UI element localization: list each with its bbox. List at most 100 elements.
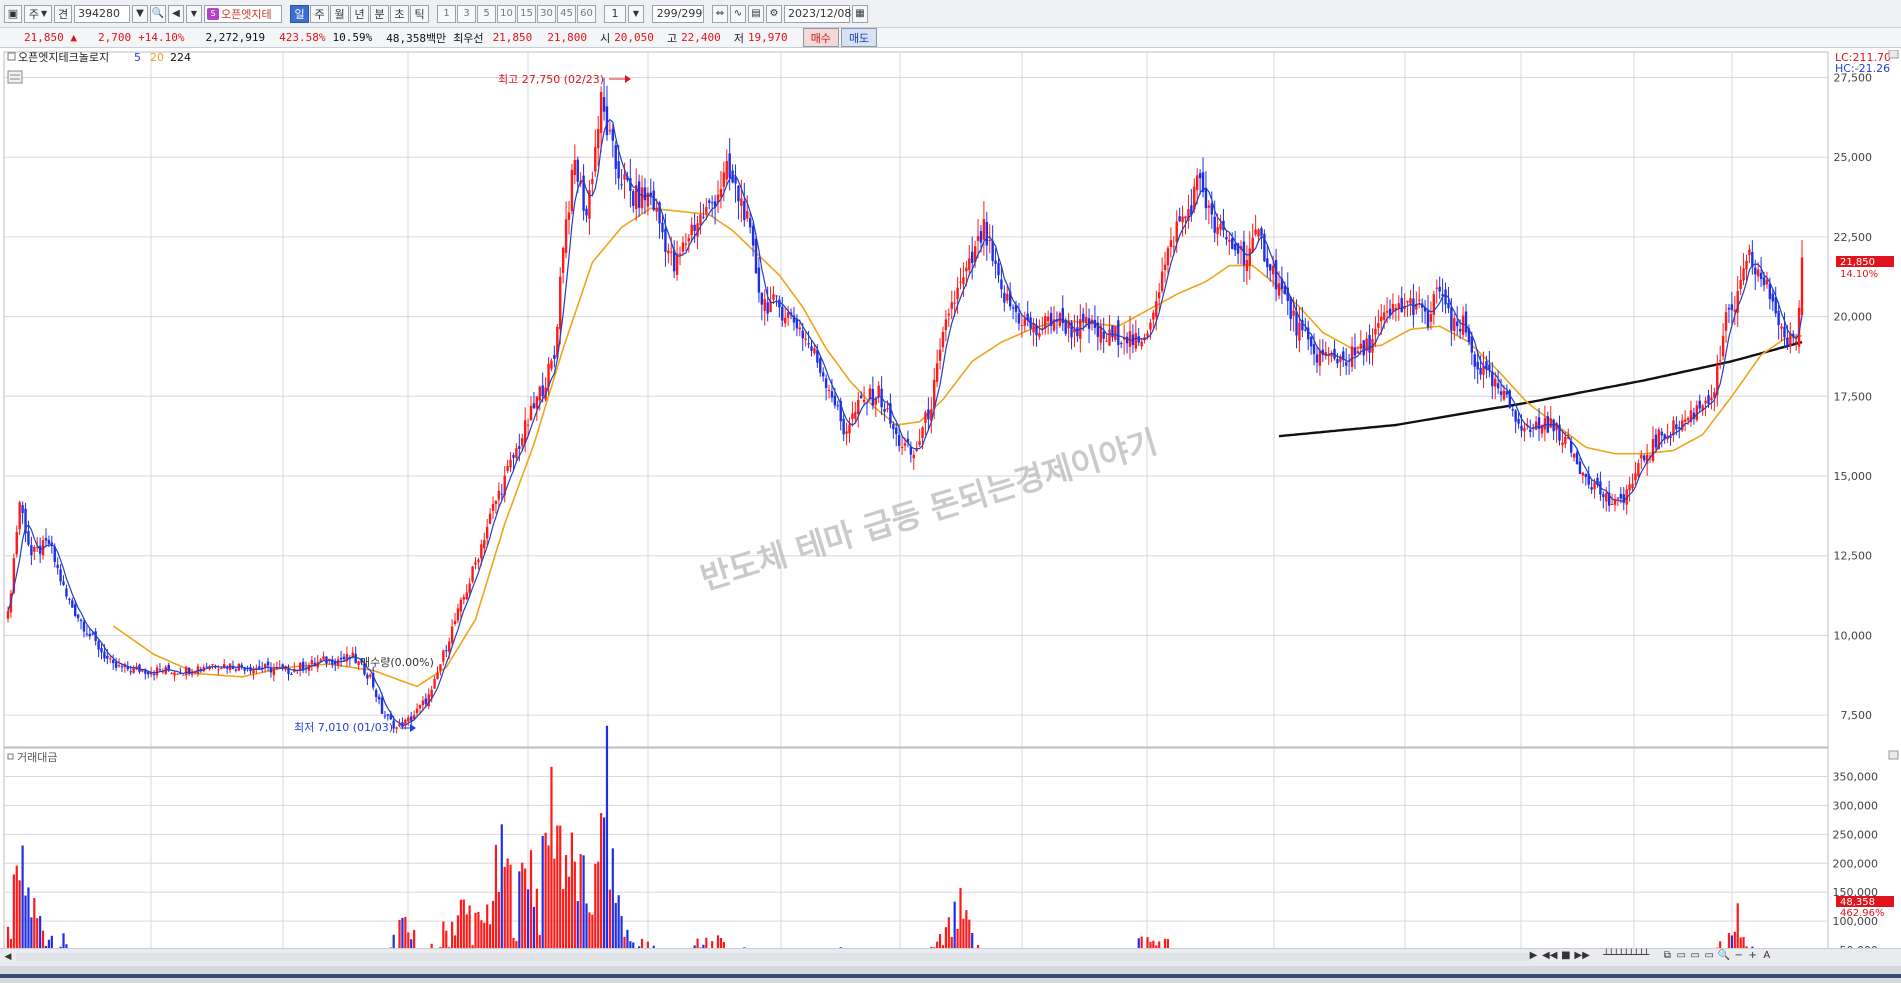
volume-bar <box>547 845 550 964</box>
low-label: 저 <box>733 31 744 45</box>
volume-bar <box>529 850 533 964</box>
minute-option-4[interactable]: 15 <box>517 4 536 23</box>
candle <box>1263 229 1266 262</box>
best-bid: 21,800 <box>547 31 588 44</box>
window-icon[interactable]: ▭ <box>1704 950 1715 961</box>
volume-bar <box>556 825 559 964</box>
period-tab-4[interactable]: 분 <box>370 4 389 23</box>
rewind-icon[interactable]: ◀◀ <box>1542 950 1557 961</box>
play-icon[interactable]: ▶ <box>1528 950 1539 961</box>
minus-icon[interactable]: − <box>1733 950 1744 961</box>
stock-chart[interactable]: 반도체 테마 급등 돈되는경제이야기 27,50025,00022,50020,… <box>0 50 1901 964</box>
period-tab-2[interactable]: 월 <box>330 4 349 23</box>
open-price: 20,050 <box>614 31 654 44</box>
best-bid-label: 최우선 <box>453 31 484 45</box>
chart-scrollbar[interactable]: ◀ ▶ ◀◀ ■ ▶▶ ┴┴┴┴┴┴┴┴┴ ⧉ ▭ ▭ ▭ 🔍 − + A <box>0 948 1901 966</box>
stock-code-input[interactable]: 394280 <box>74 4 130 23</box>
copy-icon[interactable]: ⧉ <box>1662 950 1673 961</box>
best-ask: 21,850 <box>492 31 533 44</box>
legend-stock-name: 오픈엣지테크놀로지 <box>18 51 109 64</box>
price-tick-label: 12,500 <box>1834 550 1873 563</box>
volume-panel <box>3 747 1829 964</box>
current-price: 21,850 ▲ <box>6 31 84 44</box>
volume-bar <box>605 725 609 964</box>
market-prefix: 주 <box>28 7 39 21</box>
volume-ratio: 423.58% <box>279 31 326 44</box>
price-change: 2,700 <box>98 31 132 44</box>
candle <box>471 565 474 584</box>
window-icon[interactable]: ▭ <box>1690 950 1701 961</box>
minute-option-0[interactable]: 1 <box>437 4 456 23</box>
low-note: 최저 7,010 (01/03) <box>294 721 393 734</box>
low-price: 19,970 <box>747 31 788 44</box>
up-arrow-icon: ▲ <box>70 31 77 44</box>
volume-last-value: 48,358 <box>1840 897 1875 908</box>
panel-collapse-icon[interactable] <box>1888 750 1899 760</box>
save-icon[interactable]: ▤ <box>748 4 764 23</box>
volume-bar <box>494 844 498 964</box>
minute-option-3[interactable]: 10 <box>497 4 516 23</box>
minute-option-2[interactable]: 5 <box>477 4 496 23</box>
volume-tick-label: 350,000 <box>1833 770 1879 783</box>
quote-bar: 21,850 ▲ 2,700 +14.10% 2,272,919 423.58%… <box>0 28 1901 48</box>
hc-label: HC:-21.26 <box>1835 62 1890 75</box>
price-tick-label: 20,000 <box>1834 311 1873 324</box>
price-value: 21,850 <box>24 31 64 44</box>
calendar-icon[interactable]: ▦ <box>852 4 868 23</box>
candle <box>1064 317 1067 336</box>
scroll-track[interactable] <box>16 953 1530 961</box>
period-tabs: 일주월년분초틱 <box>290 4 429 23</box>
search-icon[interactable]: 🔍 <box>150 4 166 23</box>
plus-icon[interactable]: + <box>1747 950 1758 961</box>
minute-option-6[interactable]: 45 <box>557 4 576 23</box>
market-suffix[interactable]: 견 <box>54 4 72 23</box>
period-tab-3[interactable]: 년 <box>350 4 369 23</box>
table-toggle-icon[interactable] <box>7 70 23 84</box>
period-tab-6[interactable]: 틱 <box>410 4 429 23</box>
window-icon[interactable]: ▭ <box>1676 950 1687 961</box>
volume-bar <box>611 848 614 964</box>
stock-name-field[interactable]: S 오픈엣지테 <box>204 4 282 23</box>
turnover-rate: 10.59% <box>332 31 373 44</box>
chevron-down-icon[interactable]: ▼ <box>628 4 644 23</box>
speaker-icon[interactable]: ◀ <box>168 4 184 23</box>
playback-controls: ▶ ◀◀ ■ ▶▶ ┴┴┴┴┴┴┴┴┴ ⧉ ▭ ▭ ▭ 🔍 − + A <box>1528 950 1772 961</box>
panel-expand-icon[interactable] <box>1888 50 1899 59</box>
interval-input[interactable]: 1 <box>604 4 626 23</box>
link-icon[interactable]: ⇔ <box>712 4 728 23</box>
volume-tick-label: 300,000 <box>1833 799 1879 812</box>
window-menu-icon[interactable]: ▣ <box>4 4 22 23</box>
chevron-down-icon[interactable]: ▼ <box>186 4 202 23</box>
volume-bar <box>550 766 553 964</box>
price-tick-label: 17,500 <box>1834 390 1873 403</box>
chart-tool-icon[interactable]: ∿ <box>730 4 746 23</box>
count-display[interactable]: 299/299 <box>652 4 704 23</box>
buy-button[interactable]: 매수 <box>802 28 839 47</box>
date-input[interactable]: 2023/12/08 <box>784 4 851 23</box>
minute-option-7[interactable]: 60 <box>577 4 596 23</box>
period-tab-5[interactable]: 초 <box>390 4 409 23</box>
volume-bar <box>600 813 603 964</box>
minute-option-1[interactable]: 3 <box>457 4 476 23</box>
fast-forward-icon[interactable]: ▶▶ <box>1574 950 1589 961</box>
footer-band <box>0 966 1901 983</box>
chevron-down-icon: ▼ <box>40 9 48 18</box>
scroll-left-icon[interactable]: ◀ <box>2 951 14 963</box>
chevron-down-icon[interactable]: ▼ <box>132 4 148 23</box>
gear-icon[interactable]: ⚙ <box>766 4 782 23</box>
price-tick-label: 25,000 <box>1834 151 1873 164</box>
volume-bar <box>602 817 606 964</box>
candle <box>570 163 574 215</box>
font-size-icon[interactable]: A <box>1761 950 1772 961</box>
zoom-icon[interactable]: 🔍 <box>1718 950 1730 961</box>
high-price: 22,400 <box>681 31 721 44</box>
ruler-icon[interactable]: ┴┴┴┴┴┴┴┴┴ <box>1593 950 1659 961</box>
minute-option-5[interactable]: 30 <box>537 4 556 23</box>
market-select[interactable]: 주 ▼ <box>24 4 52 23</box>
sell-button[interactable]: 매도 <box>840 28 878 47</box>
volume-bar <box>570 832 574 964</box>
stop-icon[interactable]: ■ <box>1560 950 1571 961</box>
price-panel <box>3 51 1829 748</box>
period-tab-1[interactable]: 주 <box>310 4 329 23</box>
period-tab-0[interactable]: 일 <box>290 4 309 23</box>
